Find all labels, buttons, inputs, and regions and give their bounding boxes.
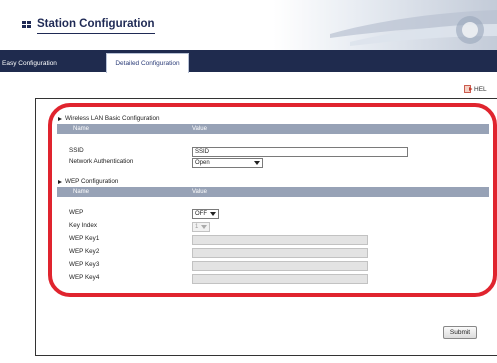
grid-icon [22,21,31,28]
page-title: Station Configuration [37,18,155,30]
submit-button[interactable]: Submit [443,326,477,339]
tab-easy-configuration[interactable]: Easy Configuration [2,56,57,71]
content-frame-bottom [35,355,497,356]
help-icon[interactable] [464,85,473,93]
tab-detailed-configuration[interactable]: Detailed Configuration [106,53,189,73]
title-underline [37,33,155,34]
highlight-annotation [48,103,497,297]
banner-swoosh-graphic [330,10,497,46]
content-frame-left [35,98,36,356]
content-frame-top [35,98,497,99]
help-link[interactable]: HEL [474,86,487,93]
tab-bar [0,50,497,72]
